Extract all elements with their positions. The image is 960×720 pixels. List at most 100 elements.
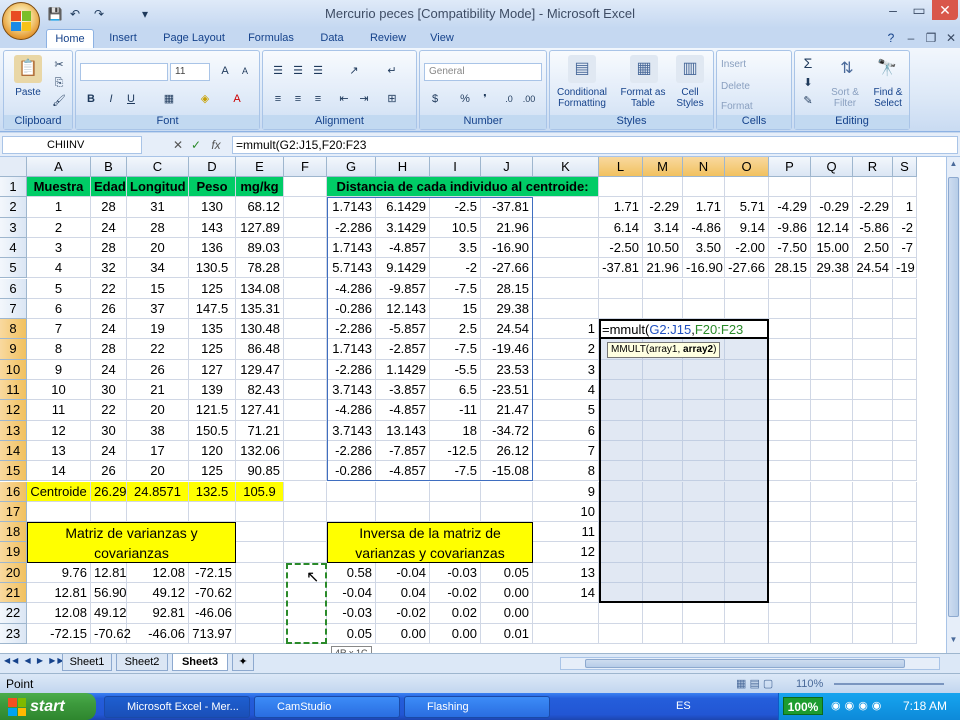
transpose-cell[interactable]: 12.14 [811,217,853,238]
distance-cell[interactable]: 13.143 [376,420,430,441]
distance-cell[interactable]: -7.5 [430,339,481,360]
header-cell[interactable]: Longitud [127,177,189,198]
empty-cell[interactable] [683,440,725,462]
row-header-9[interactable]: 9 [0,339,27,360]
empty-cell[interactable] [853,623,893,644]
font-color-icon[interactable]: A [228,91,246,107]
centroid-cell[interactable]: 26.29 [91,481,127,502]
index-cell[interactable]: 10 [533,501,599,523]
distance-cell[interactable]: -27.66 [481,258,533,279]
data-cell[interactable]: 130 [189,197,236,218]
empty-cell[interactable] [769,359,811,380]
column-header-a[interactable]: A [27,157,91,177]
italic-button[interactable]: I [102,91,120,107]
empty-cell[interactable] [284,217,327,238]
row-header-14[interactable]: 14 [0,440,27,462]
data-cell[interactable]: 134.08 [236,278,284,299]
scroll-down-icon[interactable]: ▼ [948,635,959,647]
data-cell[interactable]: 12 [27,420,91,441]
distance-cell[interactable]: 12.143 [376,298,430,320]
distance-cell[interactable]: 1.7143 [327,197,376,218]
wrap-text-icon[interactable]: ↵ [383,63,401,79]
empty-cell[interactable] [853,339,893,360]
inverse-cell[interactable]: -0.04 [327,583,376,604]
empty-cell[interactable] [769,319,811,340]
sort-filter-button[interactable]: Sort & Filter [825,87,865,109]
scroll-up-icon[interactable]: ▲ [948,159,959,171]
formula-input[interactable]: =mmult(G2:J15,F20:F23 [232,136,958,154]
inverse-cell[interactable]: -0.04 [376,562,430,583]
distance-cell[interactable]: -11 [430,400,481,421]
empty-cell[interactable] [853,603,893,624]
transpose-cell[interactable]: -0.29 [811,197,853,218]
empty-cell[interactable] [893,420,917,441]
data-cell[interactable]: 8 [27,339,91,360]
data-cell[interactable]: 26 [91,298,127,320]
empty-cell[interactable] [236,562,284,583]
empty-cell[interactable] [853,359,893,380]
data-cell[interactable]: 24 [91,319,127,340]
format-cells-button[interactable]: Format [721,101,789,112]
empty-cell[interactable] [893,542,917,563]
data-cell[interactable]: 19 [127,319,189,340]
distance-cell[interactable]: -7.857 [376,440,430,462]
empty-cell[interactable] [769,562,811,583]
index-cell[interactable]: 8 [533,461,599,482]
empty-cell[interactable] [811,420,853,441]
transpose-cell[interactable]: -2.29 [853,197,893,218]
data-cell[interactable]: 125 [189,339,236,360]
varcov-cell[interactable]: 12.08 [127,562,189,583]
index-cell[interactable]: 14 [533,583,599,604]
varcov-cell[interactable]: 56.90 [91,583,127,604]
empty-cell[interactable] [811,542,853,563]
data-cell[interactable]: 24 [91,359,127,380]
empty-cell[interactable] [236,522,284,543]
empty-cell[interactable] [643,603,683,624]
inverse-cell[interactable]: 0.00 [481,603,533,624]
zoom-level[interactable]: 110% [796,678,823,690]
empty-cell[interactable] [893,562,917,583]
distance-cell[interactable]: 21.96 [481,217,533,238]
data-cell[interactable]: 30 [91,420,127,441]
row-header-5[interactable]: 5 [0,258,27,279]
empty-cell[interactable] [853,420,893,441]
row-header-22[interactable]: 22 [0,603,27,624]
empty-cell[interactable] [327,481,376,502]
data-cell[interactable]: 71.21 [236,420,284,441]
tray-icons[interactable]: ◉◉◉◉ [831,699,885,712]
distance-cell[interactable]: -4.286 [327,278,376,299]
data-cell[interactable]: 26 [127,359,189,380]
centroid-cell[interactable]: 105.9 [236,481,284,502]
empty-cell[interactable] [643,440,683,462]
tab-data[interactable]: Data [310,29,354,48]
empty-cell[interactable] [769,177,811,198]
empty-cell[interactable] [683,177,725,198]
data-cell[interactable]: 20 [127,237,189,259]
distance-cell[interactable]: -2.857 [376,339,430,360]
active-cell-editor[interactable]: =mmult(G2:J15,F20:F23 [599,319,769,340]
data-cell[interactable]: 121.5 [189,400,236,421]
data-cell[interactable]: 125 [189,278,236,299]
varcov-cell[interactable]: 49.12 [127,583,189,604]
data-cell[interactable]: 38 [127,420,189,441]
column-header-j[interactable]: J [481,157,533,177]
empty-cell[interactable] [599,177,643,198]
cancel-formula-icon[interactable]: ✕ [170,137,186,153]
empty-cell[interactable] [284,319,327,340]
row-header-12[interactable]: 12 [0,400,27,421]
task-flashing[interactable]: Flashing [404,696,550,718]
worksheet-grid[interactable]: ABCDEFGHIJKLMNOPQRS 1 2 3 4 5 6 7 8 9 10 11 12 13 14 1… [0,157,946,653]
empty-cell[interactable] [91,501,127,523]
distance-cell[interactable]: 29.38 [481,298,533,320]
row-header-2[interactable]: 2 [0,197,27,218]
empty-cell[interactable] [811,501,853,523]
delete-cells-button[interactable]: Delete [721,81,789,92]
empty-cell[interactable] [643,562,683,583]
empty-cell[interactable] [683,420,725,441]
empty-cell[interactable] [725,481,769,502]
empty-cell[interactable] [599,603,643,624]
cell-styles-button[interactable]: Cell Styles [670,87,710,109]
office-button[interactable] [2,2,40,40]
empty-cell[interactable] [725,278,769,299]
empty-cell[interactable] [481,481,533,502]
